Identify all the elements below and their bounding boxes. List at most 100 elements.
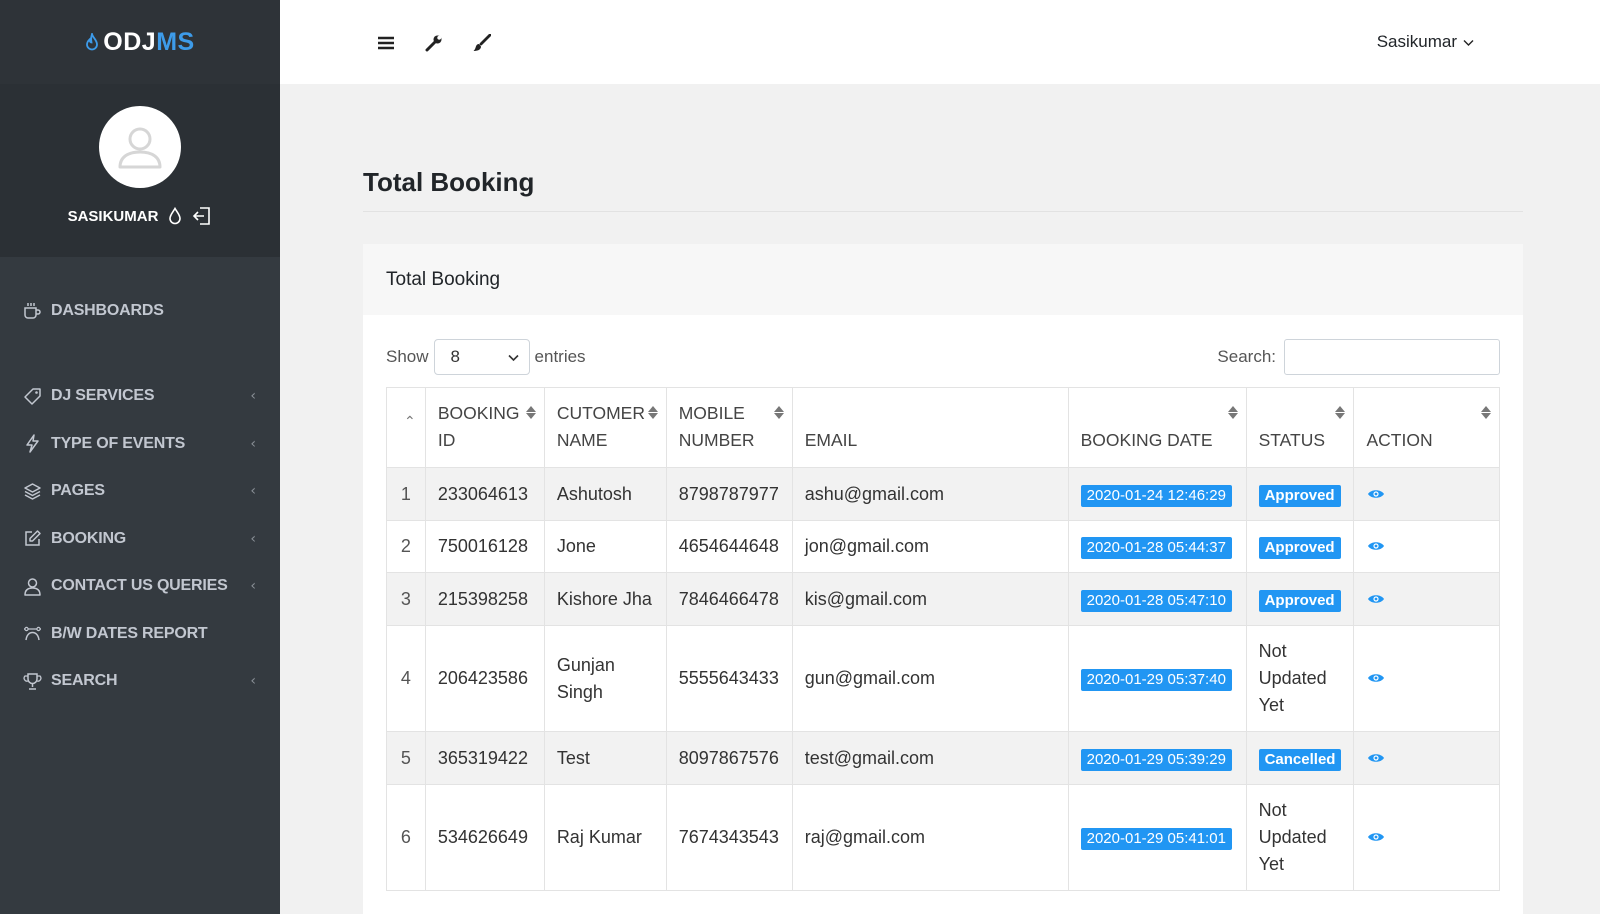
user-name: SASIKUMAR — [67, 207, 159, 225]
page-length-select[interactable]: 8 — [433, 339, 530, 375]
column-header-booking-id[interactable]: BOOKING ID — [424, 387, 545, 468]
logout-icon[interactable] — [192, 206, 212, 226]
booking-table: ⌃ BOOKING ID CUTOMER NAME MOBILE NUMBER EMA… — [386, 387, 1500, 891]
customer-name: Gunjan Singh — [543, 625, 667, 732]
view-eye-icon[interactable] — [1367, 665, 1385, 692]
sidebar-item-dashboards[interactable]: DASHBOARDS — [0, 287, 280, 335]
mobile-number: 4654644648 — [665, 520, 793, 573]
view-eye-icon[interactable] — [1367, 481, 1385, 508]
search-input[interactable] — [1284, 339, 1500, 375]
wrench-icon[interactable] — [423, 32, 445, 54]
status-badge: Approved — [1258, 484, 1341, 507]
show-label: Show — [386, 347, 429, 366]
edit-icon — [22, 529, 42, 549]
action-cell — [1353, 784, 1500, 891]
sort-ascending-icon: ⌃ — [404, 413, 416, 429]
table-row: 4 206423586 Gunjan Singh 5555643433 gun@… — [386, 625, 1500, 732]
email: raj@gmail.com — [791, 784, 1069, 891]
hamburger-menu-icon[interactable] — [375, 32, 397, 54]
status-cell: Not Updated Yet — [1245, 784, 1355, 891]
booking-id: 206423586 — [424, 625, 545, 732]
action-cell — [1353, 520, 1500, 573]
drop-icon[interactable] — [168, 207, 182, 225]
chevron-down-icon — [1463, 32, 1474, 52]
flame-icon — [85, 30, 99, 56]
chevron-left-icon: ‹ — [250, 388, 256, 405]
column-header-email[interactable]: EMAIL — [791, 387, 1069, 468]
sort-icon — [647, 406, 658, 419]
sidebar-item-contact-us-queries[interactable]: CONTACT US QUERIES ‹ — [0, 563, 280, 611]
search-label: Search: — [1217, 347, 1276, 366]
table-row: 2 750016128 Jone 4654644648 jon@gmail.co… — [386, 520, 1500, 573]
row-number: 6 — [386, 784, 426, 891]
customer-name: Jone — [543, 520, 667, 573]
column-header-customer-name[interactable]: CUTOMER NAME — [543, 387, 667, 468]
booking-date-cell: 2020-01-29 05:41:01 — [1067, 784, 1247, 891]
mobile-number: 7846466478 — [665, 572, 793, 626]
bolt-icon — [22, 434, 42, 454]
sort-icon — [525, 406, 536, 419]
paint-brush-icon[interactable] — [471, 32, 493, 54]
sidebar-item-bw-dates-report[interactable]: B/W DATES REPORT — [0, 610, 280, 658]
card-title: Total Booking — [386, 268, 501, 290]
user-panel: SASIKUMAR — [0, 84, 280, 257]
page-title: Total Booking — [363, 167, 535, 197]
sidebar: ODJMS SASIKUMAR DASHBOARDS DJ SERVICES ‹… — [0, 0, 280, 914]
chevron-left-icon: ‹ — [250, 435, 256, 452]
booking-date-cell: 2020-01-24 12:46:29 — [1067, 467, 1247, 521]
table-header-row: ⌃ BOOKING ID CUTOMER NAME MOBILE NUMBER EMA… — [386, 387, 1500, 468]
status-text: Not Updated Yet — [1258, 641, 1327, 715]
view-eye-icon[interactable] — [1367, 586, 1385, 613]
customer-name: Raj Kumar — [543, 784, 667, 891]
brand-name: ODJMS — [103, 27, 195, 56]
booking-date-badge: 2020-01-29 05:39:29 — [1080, 748, 1232, 771]
sidebar-item-type-of-events[interactable]: TYPE OF EVENTS ‹ — [0, 420, 280, 468]
status-cell: Approved — [1245, 467, 1355, 521]
view-eye-icon[interactable] — [1367, 533, 1385, 560]
sidebar-item-search[interactable]: SEARCH ‹ — [0, 658, 280, 706]
booking-id: 534626649 — [424, 784, 545, 891]
view-eye-icon[interactable] — [1367, 745, 1385, 772]
action-cell — [1353, 625, 1500, 732]
chevron-left-icon: ‹ — [250, 578, 256, 595]
booking-id: 233064613 — [424, 467, 545, 521]
sidebar-item-pages[interactable]: PAGES ‹ — [0, 468, 280, 516]
column-header-status[interactable]: STATUS — [1245, 387, 1355, 468]
booking-date-badge: 2020-01-29 05:41:01 — [1080, 828, 1232, 850]
booking-card: Total Booking Show 8 entries Search: ⌃ B… — [363, 244, 1523, 914]
avatar — [99, 106, 181, 188]
mobile-number: 8798787977 — [665, 467, 793, 521]
booking-date-badge: 2020-01-29 05:37:40 — [1080, 669, 1232, 691]
divider — [363, 211, 1523, 212]
sidebar-item-booking[interactable]: BOOKING ‹ — [0, 515, 280, 563]
table-search: Search: — [1217, 339, 1500, 375]
sort-icon — [1335, 406, 1346, 419]
brand-logo[interactable]: ODJMS — [0, 0, 280, 84]
coffee-cup-icon — [22, 301, 42, 321]
mobile-number: 7674343543 — [665, 784, 793, 891]
column-header-booking-date[interactable]: BOOKING DATE — [1067, 387, 1247, 468]
sidebar-item-dj-services[interactable]: DJ SERVICES ‹ — [0, 373, 280, 421]
booking-date-cell: 2020-01-28 05:47:10 — [1067, 572, 1247, 626]
customer-name: Ashutosh — [543, 467, 667, 521]
status-cell: Not Updated Yet — [1245, 625, 1355, 732]
action-cell — [1353, 467, 1500, 521]
curve-icon — [22, 624, 42, 644]
action-cell — [1353, 572, 1500, 626]
user-avatar-icon — [118, 127, 162, 169]
table-row: 5 365319422 Test 8097867576 test@gmail.c… — [386, 731, 1500, 785]
column-header-index[interactable]: ⌃ — [386, 387, 426, 468]
row-number: 3 — [386, 572, 426, 626]
status-cell: Approved — [1245, 520, 1355, 573]
row-number: 1 — [386, 467, 426, 521]
user-menu-dropdown[interactable]: Sasikumar — [1377, 32, 1474, 52]
sort-icon — [1227, 406, 1238, 419]
card-header: Total Booking — [363, 244, 1523, 315]
email: jon@gmail.com — [791, 520, 1069, 573]
view-eye-icon[interactable] — [1367, 824, 1385, 851]
email: test@gmail.com — [791, 731, 1069, 785]
column-header-mobile-number[interactable]: MOBILE NUMBER — [665, 387, 793, 468]
status-badge: Cancelled — [1258, 748, 1342, 771]
column-header-action[interactable]: ACTION — [1353, 387, 1500, 468]
status-badge: Approved — [1258, 537, 1341, 559]
